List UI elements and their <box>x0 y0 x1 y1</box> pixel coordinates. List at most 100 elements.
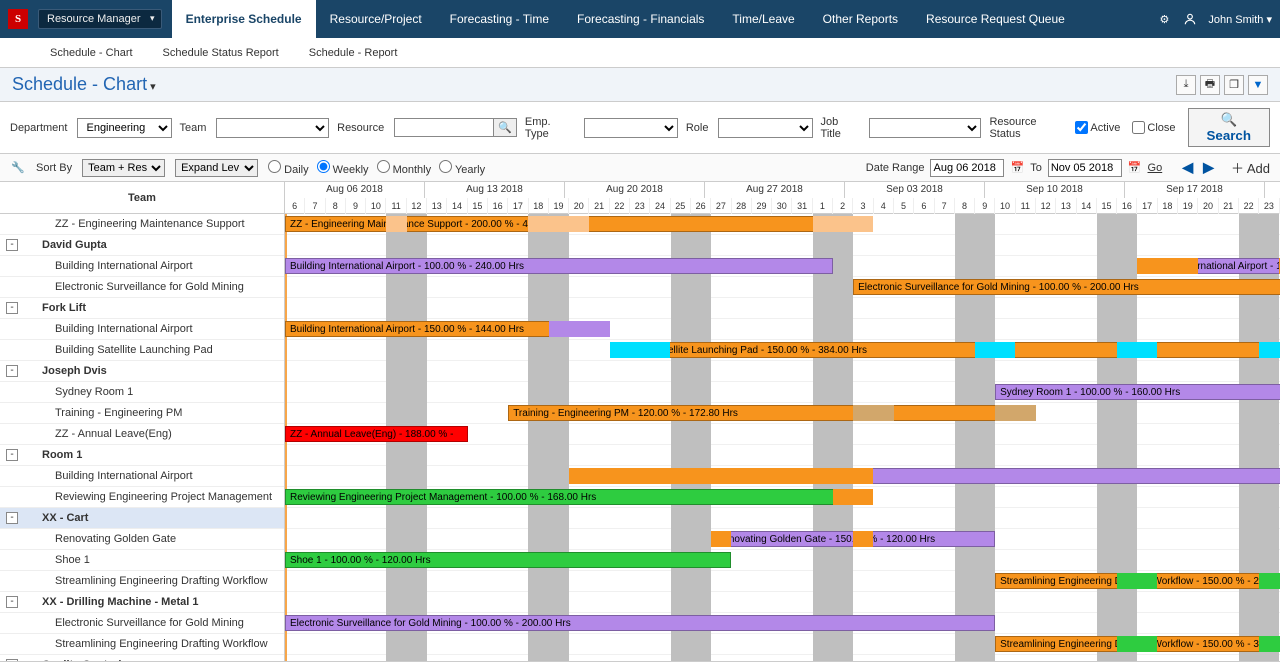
tree-row[interactable]: -Room 1 <box>0 445 284 466</box>
add-button[interactable]: ＋ Add <box>1231 158 1270 177</box>
next-arrow-icon[interactable]: ▶ <box>1201 159 1216 176</box>
gantt-bar[interactable]: Electronic Surveillance for Gold Mining … <box>853 279 1280 295</box>
emp-type-select[interactable] <box>584 118 678 138</box>
options-bar: 🔧 Sort By Team + Res Expand Lev Daily We… <box>0 154 1280 182</box>
tree-row[interactable]: -XX - Drilling Machine - Metal 1 <box>0 592 284 613</box>
tree-row[interactable]: -Fork Lift <box>0 298 284 319</box>
resource-label: Resource <box>337 122 384 134</box>
nav-tab-enterprise-schedule[interactable]: Enterprise Schedule <box>172 0 316 38</box>
resource-tree[interactable]: ZZ - Engineering Maintenance Support-Dav… <box>0 214 284 661</box>
page-heading-bar: Schedule - Chart ⤓ 🖶 ❐ ▼ <box>0 68 1280 102</box>
day-header: 18 <box>1158 198 1178 214</box>
job-title-select[interactable] <box>869 118 982 138</box>
period-yearly[interactable]: Yearly <box>439 160 485 176</box>
day-header: 9 <box>975 198 995 214</box>
period-daily[interactable]: Daily <box>268 160 309 176</box>
nav-tabs: Enterprise ScheduleResource/ProjectForec… <box>172 0 1079 38</box>
sort-by-select[interactable]: Team + Res <box>82 159 165 177</box>
day-header: 22 <box>610 198 630 214</box>
user-icon[interactable] <box>1182 11 1198 27</box>
gantt-bar[interactable]: ZZ - Annual Leave(Eng) - 188.00 % - <box>285 426 468 442</box>
expand-toggle-icon[interactable]: - <box>6 302 18 314</box>
subtab-schedule-report[interactable]: Schedule - Report <box>309 47 398 59</box>
gantt-bar[interactable]: Building Satellite Launching Pad - 150.0… <box>610 342 1280 358</box>
resource-lookup-icon[interactable]: 🔍 <box>494 118 517 137</box>
tree-row[interactable]: Building International Airport <box>0 319 284 340</box>
gantt-bar[interactable]: Building International Airport - 100.00 … <box>285 258 833 274</box>
page-title[interactable]: Schedule - Chart <box>12 74 156 95</box>
role-select[interactable] <box>718 118 812 138</box>
calendar-to-icon[interactable]: 📅 <box>1128 161 1142 174</box>
tree-row[interactable]: ZZ - Engineering Maintenance Support <box>0 214 284 235</box>
expand-level-select[interactable]: Expand Lev <box>175 159 258 177</box>
filter-icon[interactable]: ▼ <box>1248 75 1268 95</box>
tree-row[interactable]: Building International Airport <box>0 256 284 277</box>
tree-row[interactable]: ZZ - Annual Leave(Eng) <box>0 424 284 445</box>
tree-row[interactable]: -Quality Control <box>0 655 284 661</box>
export-icon[interactable]: ⤓ <box>1176 75 1196 95</box>
tree-row[interactable]: Streamlining Engineering Drafting Workfl… <box>0 634 284 655</box>
tree-row[interactable]: Sydney Room 1 <box>0 382 284 403</box>
filter-bar: Department Engineering Team Resource 🔍 E… <box>0 102 1280 154</box>
gantt-bar-segment <box>386 216 406 232</box>
gantt-pane[interactable]: Aug 06 2018Aug 13 2018Aug 20 2018Aug 27 … <box>285 182 1280 661</box>
gantt-header: Aug 06 2018Aug 13 2018Aug 20 2018Aug 27 … <box>285 182 1280 214</box>
day-header: 21 <box>589 198 609 214</box>
tree-row[interactable]: Shoe 1 <box>0 550 284 571</box>
day-header: 1 <box>813 198 833 214</box>
tree-row[interactable]: Training - Engineering PM <box>0 403 284 424</box>
tree-row[interactable]: Electronic Surveillance for Gold Mining <box>0 613 284 634</box>
nav-tab-time-leave[interactable]: Time/Leave <box>718 0 808 38</box>
team-select[interactable] <box>216 118 329 138</box>
day-header: 10 <box>366 198 386 214</box>
date-from-input[interactable] <box>930 159 1004 177</box>
subtab-schedule-chart[interactable]: Schedule - Chart <box>50 47 133 59</box>
nav-tab-forecasting-time[interactable]: Forecasting - Time <box>436 0 563 38</box>
gear-icon[interactable]: ⚙ <box>1156 11 1172 27</box>
close-checkbox[interactable] <box>1132 121 1145 134</box>
day-header: 26 <box>691 198 711 214</box>
nav-tab-resource-project[interactable]: Resource/Project <box>316 0 436 38</box>
nav-tab-resource-request-queue[interactable]: Resource Request Queue <box>912 0 1079 38</box>
department-select[interactable]: Engineering <box>77 118 171 138</box>
expand-toggle-icon[interactable]: - <box>6 239 18 251</box>
expand-toggle-icon[interactable]: - <box>6 449 18 461</box>
tree-row[interactable]: -David Gupta <box>0 235 284 256</box>
day-header: 4 <box>874 198 894 214</box>
tree-row[interactable]: Building International Airport <box>0 466 284 487</box>
print-icon[interactable]: 🖶 <box>1200 75 1220 95</box>
nav-tab-other-reports[interactable]: Other Reports <box>809 0 912 38</box>
copy-icon[interactable]: ❐ <box>1224 75 1244 95</box>
tree-row[interactable]: Building Satellite Launching Pad <box>0 340 284 361</box>
user-name[interactable]: John Smith ▾ <box>1208 13 1272 26</box>
go-link[interactable]: Go <box>1148 162 1163 174</box>
tree-row[interactable]: Reviewing Engineering Project Management <box>0 487 284 508</box>
date-to-input[interactable] <box>1048 159 1122 177</box>
active-checkbox[interactable] <box>1075 121 1088 134</box>
resource-input[interactable] <box>394 118 494 137</box>
prev-arrow-icon[interactable]: ◀ <box>1180 159 1195 176</box>
expand-toggle-icon[interactable]: - <box>6 365 18 377</box>
wrench-icon[interactable]: 🔧 <box>10 160 26 176</box>
subtab-schedule-status-report[interactable]: Schedule Status Report <box>163 47 279 59</box>
period-monthly[interactable]: Monthly <box>377 160 432 176</box>
day-header: 12 <box>1036 198 1056 214</box>
tree-row[interactable]: Electronic Surveillance for Gold Mining <box>0 277 284 298</box>
calendar-from-icon[interactable]: 📅 <box>1010 161 1024 174</box>
gantt-bar[interactable]: Reviewing Engineering Project Management… <box>285 489 873 505</box>
resource-manager-selector[interactable]: Resource Manager <box>38 9 162 29</box>
expand-toggle-icon[interactable]: - <box>6 512 18 524</box>
tree-row[interactable]: -XX - Cart <box>0 508 284 529</box>
search-button[interactable]: 🔍 Search <box>1188 108 1270 147</box>
expand-toggle-icon[interactable]: - <box>6 659 18 661</box>
tree-row[interactable]: -Joseph Dvis <box>0 361 284 382</box>
nav-tab-forecasting-financials[interactable]: Forecasting - Financials <box>563 0 718 38</box>
gantt-bar[interactable]: Electronic Surveillance for Gold Mining … <box>285 615 995 631</box>
tree-row[interactable]: Streamlining Engineering Drafting Workfl… <box>0 571 284 592</box>
gantt-bar[interactable]: Training - Engineering PM - 120.00 % - 1… <box>508 405 1036 421</box>
gantt-bar[interactable]: Sydney Room 1 - 100.00 % - 160.00 Hrs <box>995 384 1280 400</box>
expand-toggle-icon[interactable]: - <box>6 596 18 608</box>
tree-row[interactable]: Renovating Golden Gate <box>0 529 284 550</box>
period-weekly[interactable]: Weekly <box>317 160 369 176</box>
gantt-bar[interactable]: Shoe 1 - 100.00 % - 120.00 Hrs <box>285 552 731 568</box>
